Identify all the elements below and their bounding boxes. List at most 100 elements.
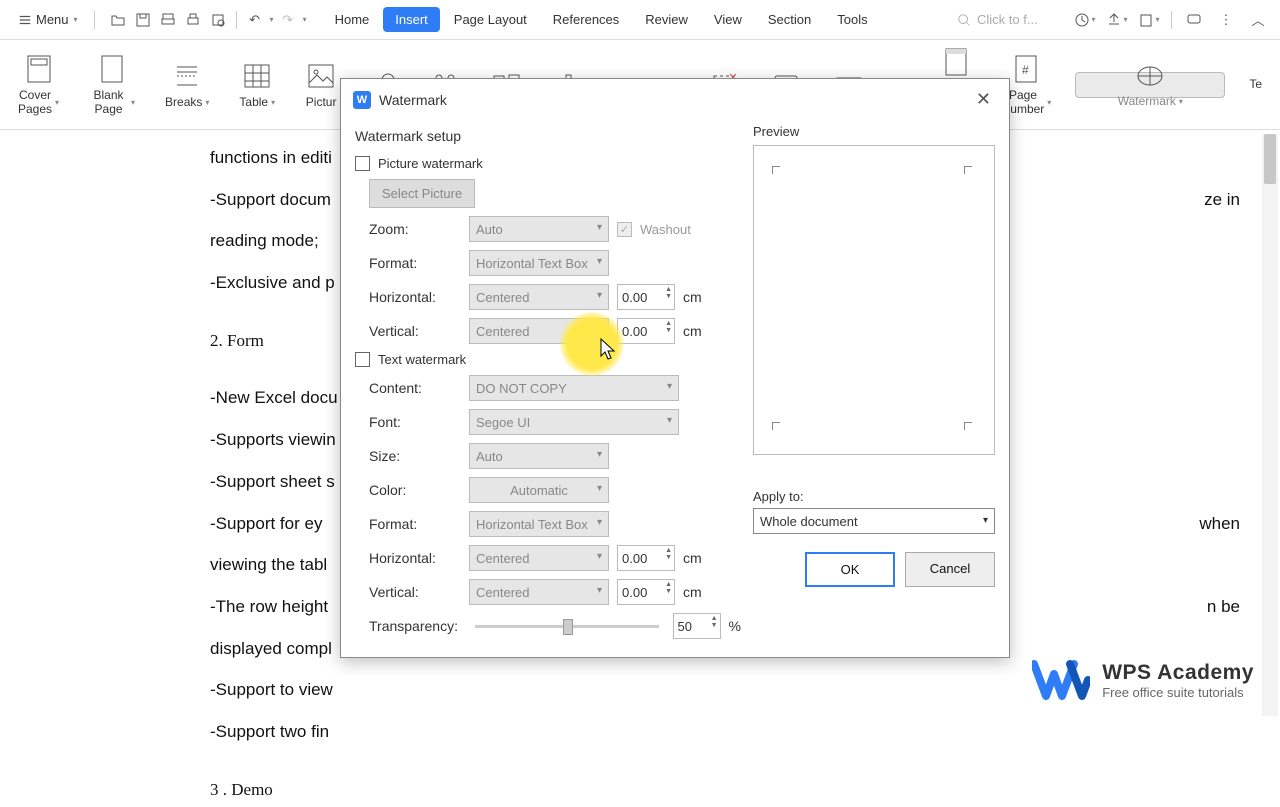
text-horizontal-select[interactable]: Centered▾ xyxy=(469,545,609,571)
search-box[interactable]: Click to f... xyxy=(957,12,1057,27)
color-select[interactable]: Automatic▾ xyxy=(469,477,609,503)
text-format-label: Format: xyxy=(369,516,461,532)
save-icon[interactable] xyxy=(132,9,154,31)
pic-horizontal-value[interactable]: 0.00▲▼ xyxy=(617,284,675,310)
font-label: Font: xyxy=(369,414,461,430)
menubar: Menu ▾ ↶ ▾ ↷ ▾ Home Insert Page Layout R… xyxy=(0,0,1280,40)
text-watermark-label: Text watermark xyxy=(378,352,466,367)
more-icon[interactable]: ⋮ xyxy=(1212,8,1240,32)
format-painter-icon[interactable] xyxy=(207,9,229,31)
pic-format-label: Format: xyxy=(369,255,461,271)
select-picture-button[interactable]: Select Picture xyxy=(369,179,475,208)
transparency-value[interactable]: 50▲▼ xyxy=(673,613,721,639)
transparency-label: Transparency: xyxy=(369,618,461,634)
hamburger-icon xyxy=(18,13,32,27)
breaks-button[interactable]: Breaks▾ xyxy=(159,56,215,114)
preview-pane xyxy=(753,145,995,455)
separator xyxy=(94,11,95,29)
content-label: Content: xyxy=(369,380,461,396)
separator xyxy=(1171,11,1172,29)
menu-label: Menu xyxy=(36,12,69,27)
tab-tools[interactable]: Tools xyxy=(825,7,879,32)
brand-title: WPS Academy xyxy=(1102,661,1254,685)
share-icon[interactable]: ▾ xyxy=(1103,8,1131,32)
apply-to-label: Apply to: xyxy=(753,489,995,504)
apply-to-select[interactable]: Whole document▾ xyxy=(753,508,995,534)
text-vertical-select[interactable]: Centered▾ xyxy=(469,579,609,605)
watermark-icon xyxy=(1134,61,1166,91)
slider-thumb[interactable] xyxy=(563,619,573,635)
close-button[interactable]: ✕ xyxy=(970,87,997,112)
chevron-down-icon: ▾ xyxy=(303,15,307,24)
print-icon[interactable] xyxy=(182,9,204,31)
redo-icon[interactable]: ↷ xyxy=(277,9,299,31)
blank-page-icon xyxy=(96,53,128,85)
wps-academy-logo: WPS Academy Free office suite tutorials xyxy=(1032,658,1254,702)
tab-references[interactable]: References xyxy=(541,7,631,32)
chat-icon[interactable] xyxy=(1180,8,1208,32)
ok-button[interactable]: OK xyxy=(805,552,895,587)
ribbon-tabs: Home Insert Page Layout References Revie… xyxy=(323,7,880,32)
text-vertical-value[interactable]: 0.00▲▼ xyxy=(617,579,675,605)
separator xyxy=(236,11,237,29)
sync-icon[interactable]: ▾ xyxy=(1071,8,1099,32)
page-number-icon: # xyxy=(1010,53,1042,85)
undo-icon[interactable]: ↶ xyxy=(244,9,266,31)
zoom-label: Zoom: xyxy=(369,221,461,237)
text-box-button-2[interactable]: Te xyxy=(1243,74,1268,96)
tab-section[interactable]: Section xyxy=(756,7,823,32)
content-select[interactable]: DO NOT COPY▾ xyxy=(469,375,679,401)
cover-pages-icon xyxy=(23,53,55,85)
text-vertical-label: Vertical: xyxy=(369,584,461,600)
tab-page-layout[interactable]: Page Layout xyxy=(442,7,539,32)
collapse-icon[interactable]: ︿ xyxy=(1244,8,1272,32)
text-format-select[interactable]: Horizontal Text Box▾ xyxy=(469,511,609,537)
watermark-button[interactable]: Watermark▾ xyxy=(1075,72,1225,98)
print-preview-icon[interactable] xyxy=(157,9,179,31)
clipboard-icon[interactable]: ▾ xyxy=(1135,8,1163,32)
preview-label: Preview xyxy=(753,124,995,139)
pic-vertical-label: Vertical: xyxy=(369,323,461,339)
search-placeholder: Click to f... xyxy=(977,12,1038,27)
tab-review[interactable]: Review xyxy=(633,7,700,32)
color-label: Color: xyxy=(369,482,461,498)
text-watermark-checkbox[interactable] xyxy=(355,352,370,367)
pic-vertical-select[interactable]: Centered▾ xyxy=(469,318,609,344)
washout-checkbox[interactable]: ✓ xyxy=(617,222,632,237)
tab-view[interactable]: View xyxy=(702,7,754,32)
search-icon xyxy=(957,13,971,27)
zoom-select[interactable]: Auto▾ xyxy=(469,216,609,242)
quick-access-toolbar: ↶ ▾ ↷ ▾ xyxy=(107,9,307,31)
size-label: Size: xyxy=(369,448,461,464)
text-horizontal-value[interactable]: 0.00▲▼ xyxy=(617,545,675,571)
chevron-down-icon: ▾ xyxy=(270,15,274,24)
watermark-setup-label: Watermark setup xyxy=(355,124,741,152)
chevron-down-icon: ▾ xyxy=(74,15,78,24)
text-horizontal-label: Horizontal: xyxy=(369,550,461,566)
size-select[interactable]: Auto▾ xyxy=(469,443,609,469)
open-icon[interactable] xyxy=(107,9,129,31)
scrollbar-thumb[interactable] xyxy=(1264,134,1276,184)
table-icon xyxy=(241,60,273,92)
pic-vertical-value[interactable]: 0.00▲▼ xyxy=(617,318,675,344)
picture-watermark-label: Picture watermark xyxy=(378,156,483,171)
pic-horizontal-label: Horizontal: xyxy=(369,289,461,305)
tab-insert[interactable]: Insert xyxy=(383,7,440,32)
transparency-slider[interactable] xyxy=(475,625,659,628)
wps-logo-icon xyxy=(1032,658,1090,702)
pic-horizontal-select[interactable]: Centered▾ xyxy=(469,284,609,310)
picture-icon xyxy=(305,60,337,92)
pic-format-select[interactable]: Horizontal Text Box▾ xyxy=(469,250,609,276)
vertical-scrollbar[interactable] xyxy=(1262,134,1278,716)
menu-button[interactable]: Menu ▾ xyxy=(8,8,88,31)
table-button[interactable]: Table▾ xyxy=(233,56,281,114)
picture-button[interactable]: Pictur xyxy=(299,56,343,114)
font-select[interactable]: Segoe UI▾ xyxy=(469,409,679,435)
breaks-icon xyxy=(171,60,203,92)
cover-pages-button[interactable]: Cover Pages▾ xyxy=(12,49,65,121)
picture-watermark-checkbox[interactable] xyxy=(355,156,370,171)
blank-page-button[interactable]: Blank Page▾ xyxy=(83,49,141,121)
tab-home[interactable]: Home xyxy=(323,7,382,32)
cancel-button[interactable]: Cancel xyxy=(905,552,995,587)
app-icon: W xyxy=(353,91,371,109)
